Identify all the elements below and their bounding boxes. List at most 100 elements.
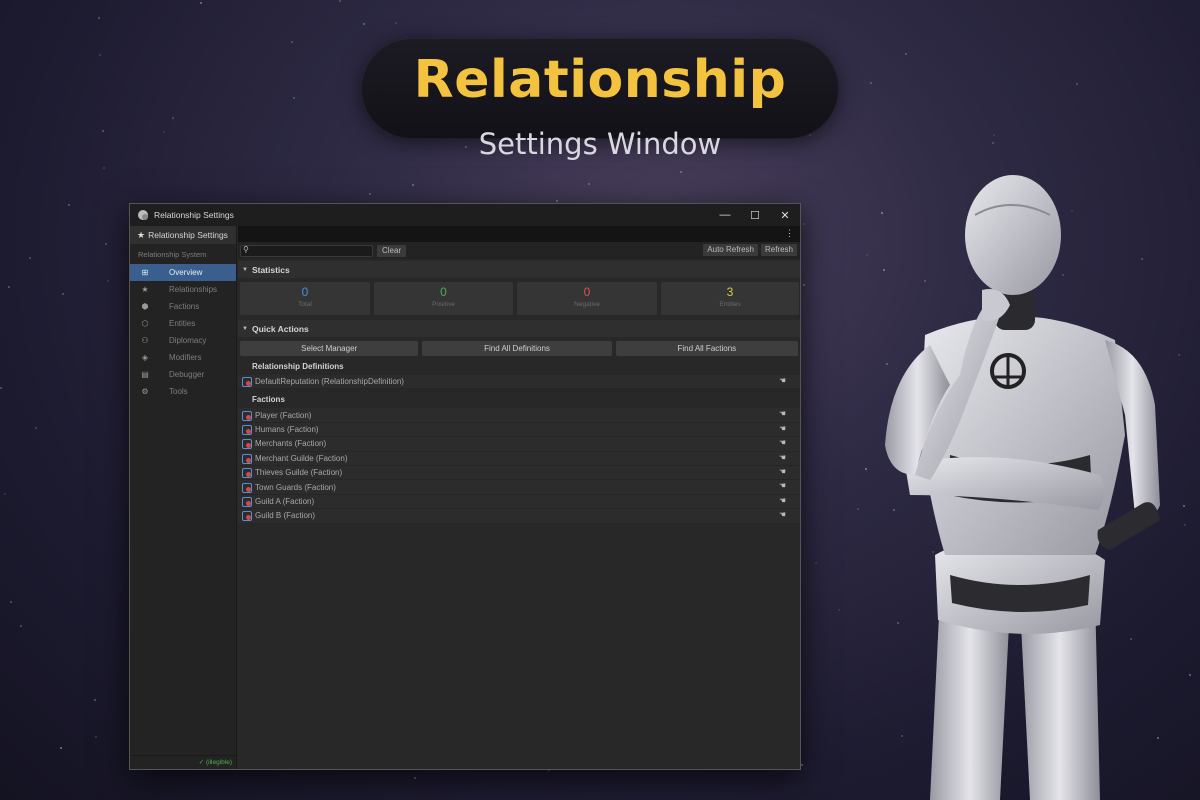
stat-value: 0 [440,285,447,299]
quick-actions-title: Quick Actions [251,323,309,334]
ping-object-icon[interactable]: ☚ [779,481,786,490]
stat-value: 0 [583,285,591,299]
foldout-arrow-icon: ▼ [242,266,248,273]
list-item-label: DefaultReputation (RelationshipDefinitio… [255,377,404,387]
sidebar-item-factions[interactable]: ⬢ Factions [130,298,236,315]
cube-icon: ⬢ [141,302,149,311]
sidebar-item-overview[interactable]: ⊞ Overview [130,264,236,281]
stat-label: Negative [574,301,600,308]
list-item[interactable]: Humans (Faction) ☚ [238,422,800,438]
box-icon: ⬡ [141,319,149,328]
find-all-factions-button[interactable]: Find All Factions [615,341,798,356]
close-button[interactable]: ✕ [770,204,800,226]
sidebar-header-label: Relationship Settings [148,230,228,240]
sidebar-subheader: Relationship System [138,250,207,259]
list-item-label: Guild B (Faction) [255,511,316,521]
ping-object-icon[interactable]: ☚ [779,467,786,476]
sidebar-item-debugger[interactable]: ▤ Debugger [130,366,236,383]
star-icon: ★ [141,285,149,294]
asset-icon [242,482,252,493]
hero-title: Relationship [413,50,787,110]
asset-icon [242,410,252,421]
top-strip: ⋮ [238,226,800,242]
sidebar: ★ Relationship Settings Relationship Sys… [130,226,237,769]
asset-icon [242,511,252,522]
auto-refresh-button[interactable]: Auto Refresh [703,244,758,256]
foldout-arrow-icon: ▼ [242,325,248,332]
stat-value: 0 [301,285,309,299]
maximize-button[interactable]: ☐ [740,204,770,226]
ping-object-icon[interactable]: ☚ [779,496,786,505]
star-icon: ★ [137,229,146,240]
window-titlebar[interactable]: Relationship Settings — ☐ ✕ [130,204,800,226]
search-icon: ⚲ [243,244,249,254]
asset-icon [242,468,252,479]
stat-label: Total [298,301,312,308]
select-manager-button[interactable]: Select Manager [240,341,419,356]
sidebar-item-label: Factions [169,302,200,311]
sidebar-item-label: Overview [169,268,203,277]
find-all-definitions-button[interactable]: Find All Definitions [422,341,612,356]
ping-object-icon[interactable]: ☚ [779,510,786,519]
ping-object-icon[interactable]: ☚ [779,424,786,433]
ping-object-icon[interactable]: ☚ [779,453,786,462]
stat-card-total: 0 Total [240,282,370,315]
stat-label: Positive [432,301,455,308]
main-panel: ⋮ ⚲ Clear Auto Refresh Refresh ▼ Statist… [238,226,800,769]
list-item[interactable]: DefaultReputation (RelationshipDefinitio… [238,375,800,390]
list-item[interactable]: Guild A (Faction) ☚ [238,494,800,510]
asset-icon [242,496,252,507]
list-item-label: Player (Faction) [255,410,312,420]
sidebar-item-label: Debugger [169,370,205,379]
factions-header: Factions [252,395,285,405]
list-item[interactable]: Thieves Guilde (Faction) ☚ [238,465,800,481]
asset-icon [242,453,252,464]
sidebar-header[interactable]: ★ Relationship Settings [130,226,236,244]
sidebar-item-tools[interactable]: ⚙ Tools [130,383,236,400]
list-icon: ▤ [141,370,149,379]
clear-button[interactable]: Clear [377,244,407,257]
list-item[interactable]: Merchant Guilde (Faction) ☚ [238,451,800,466]
factions-list: Player (Faction) ☚ Humans (Faction) ☚ Mercha… [238,408,800,524]
minimize-button[interactable]: — [710,204,740,226]
list-item-label: Thieves Guilde (Faction) [255,468,343,478]
sidebar-item-label: Relationships [169,285,218,294]
list-item-label: Town Guards (Faction) [255,482,336,492]
quick-actions-buttons: Select Manager Find All Definitions Find A… [238,337,800,356]
app-icon [138,210,148,220]
ping-object-icon[interactable]: ☚ [779,409,786,418]
list-item[interactable]: Merchants (Faction) ☚ [238,437,800,452]
ping-object-icon[interactable]: ☚ [779,376,786,385]
list-item[interactable]: Guild B (Faction) ☚ [238,509,800,524]
statistics-cards: 0 Total 0 Positive 0 Negative 3 Entities [238,278,800,315]
shapes-icon: ◈ [141,353,149,362]
search-input[interactable]: ⚲ [240,244,373,257]
grid-icon: ⊞ [141,268,149,277]
status-footer: ✓ (illegible) [130,755,236,769]
stat-card-entities: 3 Entities [661,282,799,315]
robot-mannequin-illustration [885,175,1160,800]
list-item[interactable]: Town Guards (Faction) ☚ [238,480,800,495]
relationship-definitions-header: Relationship Definitions [252,362,344,371]
list-item[interactable]: Player (Faction) ☚ [238,408,800,423]
list-item-label: Guild A (Faction) [255,496,315,506]
ping-object-icon[interactable]: ☚ [779,438,786,447]
list-item-label: Humans (Faction) [255,424,319,434]
statistics-section-header[interactable]: ▼ Statistics [238,261,800,278]
more-menu-icon[interactable]: ⋮ [785,228,794,239]
quick-actions-section-header[interactable]: ▼ Quick Actions [238,320,800,337]
stat-card-positive: 0 Positive [374,282,513,315]
sidebar-item-relationships[interactable]: ★ Relationships [130,281,236,298]
list-item-label: Merchant Guilde (Faction) [255,453,348,463]
statistics-title: Statistics [251,264,290,275]
sidebar-item-label: Modifiers [169,353,202,362]
sidebar-item-modifiers[interactable]: ◈ Modifiers [130,349,236,366]
refresh-button[interactable]: Refresh [760,244,797,256]
sidebar-item-diplomacy[interactable]: ⚇ Diplomacy [130,332,236,349]
stat-label: Entities [719,301,741,308]
asset-icon [242,439,252,450]
sidebar-item-label: Diplomacy [169,336,207,345]
sidebar-item-entities[interactable]: ⬡ Entities [130,315,236,332]
hero-subtitle: Settings Window [478,127,722,161]
stat-card-negative: 0 Negative [517,282,657,315]
